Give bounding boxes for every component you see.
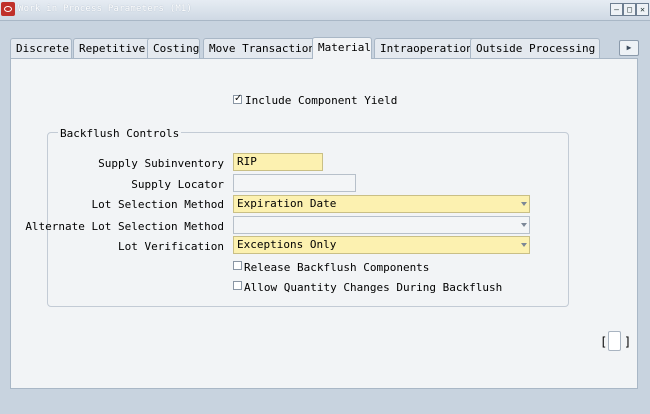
release-backflush-components-label: Release Backflush Components: [244, 261, 430, 274]
close-button[interactable]: ✕: [636, 3, 649, 16]
supply-locator-field[interactable]: [233, 174, 356, 192]
flexfield-input[interactable]: [608, 331, 621, 351]
supply-locator-label: Supply Locator: [131, 178, 224, 191]
chevron-down-icon[interactable]: [521, 202, 527, 206]
tab-material[interactable]: Material: [312, 37, 372, 59]
minimize-button[interactable]: —: [610, 3, 623, 16]
tab-costing[interactable]: Costing: [147, 38, 200, 58]
lot-verification-value: Exceptions Only: [237, 238, 337, 251]
tab-intraoperation[interactable]: Intraoperation: [374, 38, 477, 58]
allow-quantity-changes-checkbox[interactable]: [233, 281, 242, 290]
window-title: Work in Process Parameters (M1): [18, 4, 193, 14]
allow-quantity-changes-label: Allow Quantity Changes During Backflush: [244, 281, 503, 294]
lot-selection-method-value: Expiration Date: [237, 197, 337, 210]
chevron-down-icon[interactable]: [521, 223, 527, 227]
tab-move-transaction[interactable]: Move Transaction: [203, 38, 319, 58]
lot-selection-method-select[interactable]: Expiration Date: [233, 195, 530, 213]
maximize-button[interactable]: □: [623, 3, 636, 16]
alternate-lot-selection-method-select[interactable]: [233, 216, 530, 234]
lot-verification-select[interactable]: Exceptions Only: [233, 236, 530, 254]
backflush-controls-title: Backflush Controls: [58, 127, 182, 140]
tab-repetitive[interactable]: Repetitive: [73, 38, 154, 58]
tab-outside-processing[interactable]: Outside Processing: [470, 38, 600, 58]
alternate-lot-selection-method-label: Alternate Lot Selection Method: [25, 220, 224, 233]
supply-subinventory-label: Supply Subinventory: [98, 157, 224, 170]
chevron-down-icon[interactable]: [521, 243, 527, 247]
lot-selection-method-label: Lot Selection Method: [91, 198, 224, 211]
tab-discrete[interactable]: Discrete: [10, 38, 72, 58]
lot-verification-label: Lot Verification: [118, 240, 224, 253]
tab-scroll-right-button[interactable]: ▶: [619, 40, 639, 56]
include-component-yield-checkbox[interactable]: [233, 93, 242, 104]
oracle-logo-icon: [1, 2, 15, 16]
title-bar: Work in Process Parameters (M1) — □ ✕: [0, 0, 650, 21]
supply-subinventory-field[interactable]: RIP: [233, 153, 323, 171]
include-component-yield-label: Include Component Yield: [245, 94, 398, 107]
release-backflush-components-checkbox[interactable]: [233, 261, 242, 270]
